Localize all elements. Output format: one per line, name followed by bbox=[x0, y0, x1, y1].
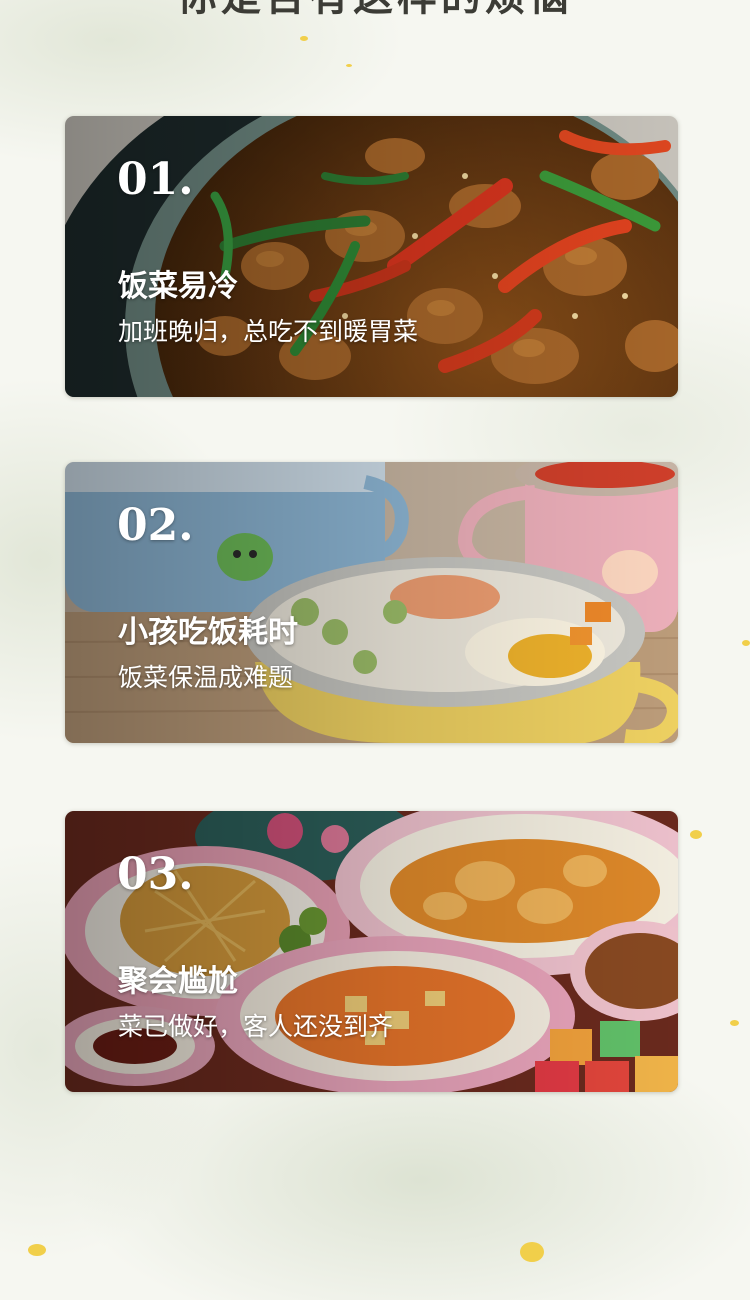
card-title: 小孩吃饭耗时 bbox=[118, 615, 298, 650]
gold-speck-decoration bbox=[690, 830, 702, 839]
card-number: 02. bbox=[117, 500, 194, 551]
problem-card-party-dinner: 03. 聚会尴尬 菜已做好，客人还没到齐 bbox=[65, 811, 678, 1092]
gold-speck-decoration bbox=[520, 1242, 544, 1262]
gold-speck-decoration bbox=[730, 1020, 739, 1026]
gold-speck-decoration bbox=[300, 36, 308, 41]
page-heading: 你是否有这样的烦恼 bbox=[0, 0, 750, 22]
card-title: 聚会尴尬 bbox=[118, 964, 238, 999]
card-subtitle: 饭菜保温成难题 bbox=[118, 663, 294, 692]
card-title: 饭菜易冷 bbox=[118, 269, 238, 304]
gold-speck-decoration bbox=[742, 640, 750, 646]
problem-card-cold-food: 01. 饭菜易冷 加班晚归，总吃不到暖胃菜 bbox=[65, 116, 678, 397]
gold-speck-decoration bbox=[28, 1244, 46, 1256]
problem-card-kids-meal: 02. 小孩吃饭耗时 饭菜保温成难题 bbox=[65, 462, 678, 743]
card-number: 01. bbox=[117, 154, 194, 205]
card-number: 03. bbox=[117, 849, 194, 900]
card-subtitle: 菜已做好，客人还没到齐 bbox=[118, 1012, 394, 1041]
card-subtitle: 加班晚归，总吃不到暖胃菜 bbox=[118, 317, 419, 346]
gold-speck-decoration bbox=[346, 64, 352, 67]
